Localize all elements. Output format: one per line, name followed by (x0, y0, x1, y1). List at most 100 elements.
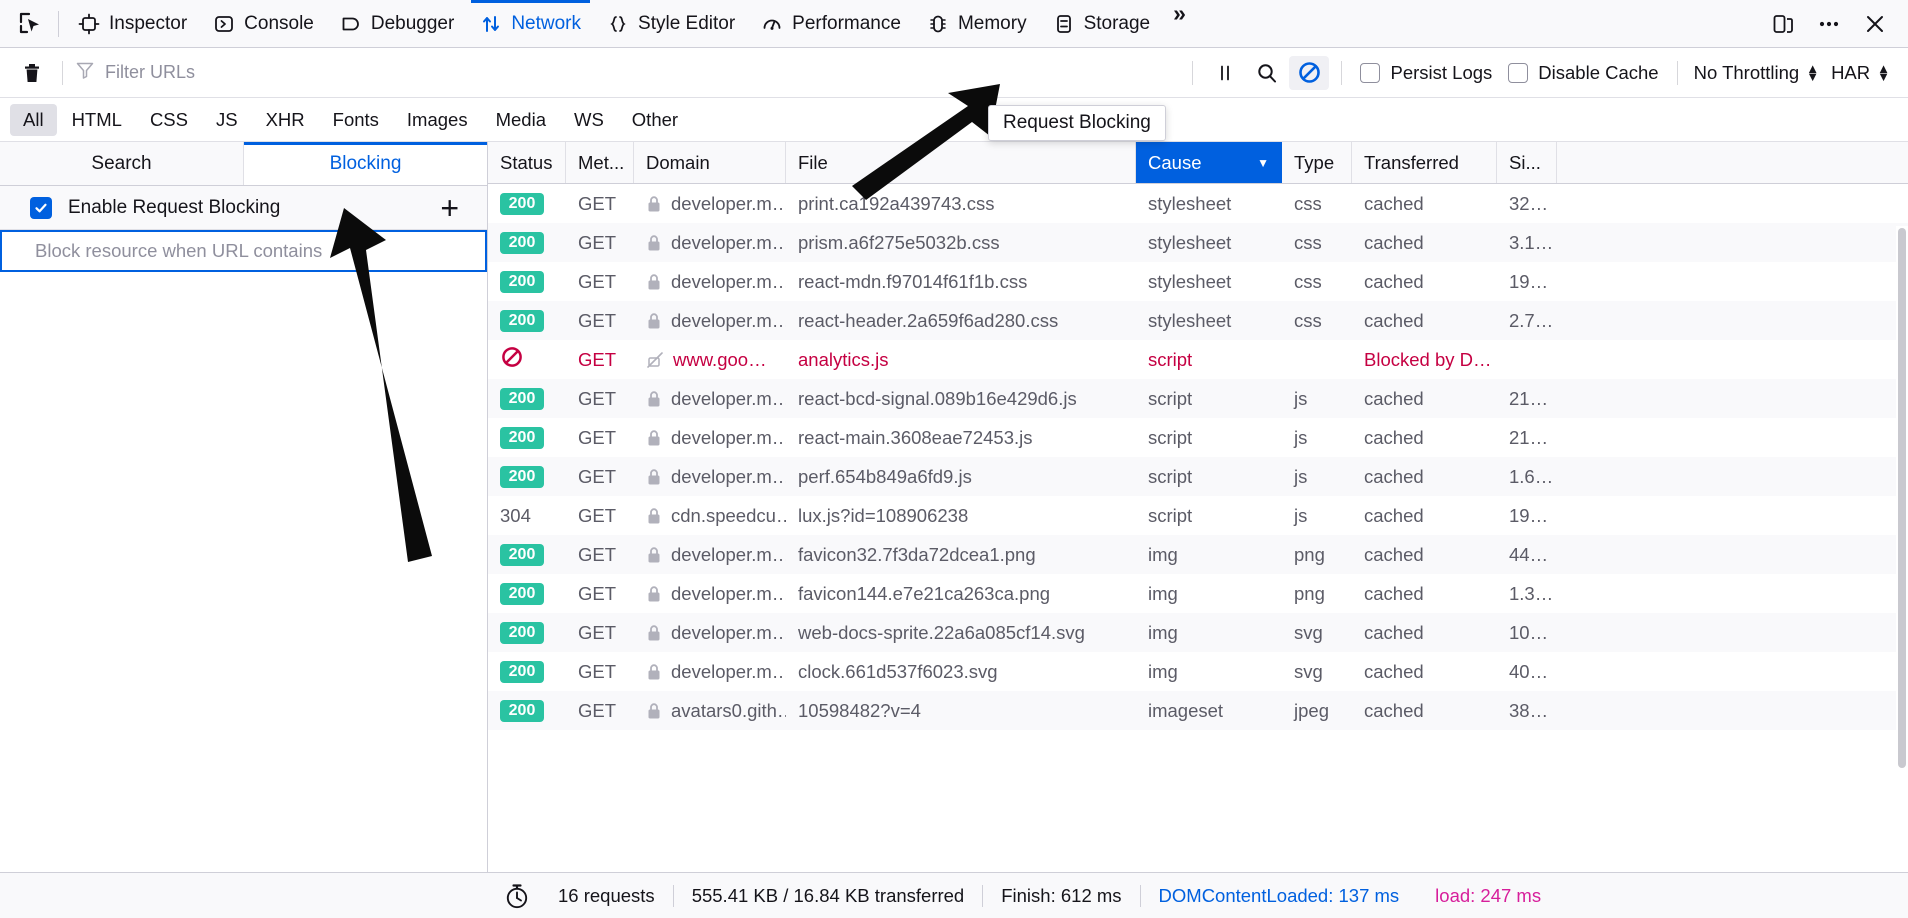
status-domcontentloaded: DOMContentLoaded: 137 ms (1158, 884, 1400, 906)
filter-html[interactable]: HTML (59, 104, 135, 136)
meatball-menu-icon[interactable] (1808, 5, 1850, 43)
request-rows[interactable]: 200 GET developer.m… print.ca192a439743.css… (488, 184, 1908, 872)
cell-file: favicon32.7f3da72dcea1.png (786, 544, 1136, 566)
cell-domain: developer.m… (634, 271, 786, 293)
close-icon[interactable] (1854, 5, 1896, 43)
tab-storage[interactable]: Storage (1040, 0, 1164, 48)
filter-all[interactable]: All (10, 103, 57, 136)
har-menu[interactable]: HAR ▲ ▼ (1825, 62, 1896, 84)
style-editor-icon (607, 13, 629, 35)
cell-type: jpeg (1294, 699, 1329, 721)
search-input[interactable] (105, 62, 1183, 83)
filter-media[interactable]: Media (483, 104, 559, 136)
table-row[interactable]: 200 GET developer.m… react-bcd-signal.089b1… (488, 379, 1908, 418)
cell-cause: script (1148, 426, 1193, 448)
throttling-select[interactable]: No Throttling ▲ ▼ (1688, 62, 1825, 84)
tab-search[interactable]: Search (0, 142, 244, 185)
toolbar-divider (1341, 60, 1343, 85)
cell-transferred: cached (1364, 621, 1424, 643)
lock-icon (646, 195, 662, 213)
cell-domain: developer.m… (634, 427, 786, 449)
element-picker-icon[interactable] (8, 5, 52, 43)
cell-method: GET (578, 231, 617, 253)
cell-size: 10… (1509, 621, 1549, 643)
cell-size: 1.3… (1509, 582, 1554, 604)
tabs-overflow-icon[interactable]: » (1163, 0, 1193, 48)
lock-icon (646, 546, 662, 564)
table-row[interactable]: 200 GET developer.m… react-header.2a659f6ad… (488, 301, 1908, 340)
table-row[interactable]: 200 GET developer.m… react-mdn.f97014f61f1b… (488, 262, 1908, 301)
tab-style-editor[interactable]: Style Editor (594, 0, 748, 48)
column-header-status[interactable]: Status (488, 142, 566, 183)
file-text: clock.661d537f6023.svg (798, 660, 998, 682)
tab-blocking[interactable]: Blocking (244, 142, 487, 185)
cell-method: GET (578, 192, 617, 214)
dock-split-icon[interactable] (1762, 5, 1804, 43)
cell-cause: stylesheet (1148, 270, 1232, 292)
lock-icon (646, 429, 662, 447)
trash-icon[interactable] (12, 56, 52, 90)
tab-performance[interactable]: Performance (748, 0, 914, 48)
persist-logs-checkbox[interactable]: Persist Logs (1352, 62, 1500, 84)
cell-domain: developer.m… (634, 310, 786, 332)
tab-debugger[interactable]: Debugger (327, 0, 467, 48)
column-header-size[interactable]: Si... (1497, 142, 1557, 183)
table-row[interactable]: GET www.goo… analytics.js script Blocked by … (488, 340, 1908, 379)
status-badge: 200 (500, 426, 544, 449)
toolbox-tabbar: Inspector Console Debugger Network Style… (0, 0, 1908, 48)
filter-css[interactable]: CSS (137, 104, 201, 136)
cell-status: 200 (488, 270, 566, 293)
tab-console[interactable]: Console (200, 0, 327, 48)
column-header-cause[interactable]: Cause ▼ (1136, 142, 1282, 183)
request-blocking-tooltip: Request Blocking (988, 105, 1166, 141)
filter-urls-field[interactable] (73, 60, 1183, 85)
add-blocking-rule-button[interactable]: + (440, 192, 459, 224)
column-header-file[interactable]: File (786, 142, 1136, 183)
tab-inspector-label: Inspector (109, 12, 188, 34)
cell-method: GET (578, 582, 617, 604)
table-row[interactable]: 200 GET developer.m… react-main.3608eae7245… (488, 418, 1908, 457)
table-row[interactable]: 200 GET avatars0.gith… 10598482?v=4 imageset… (488, 691, 1908, 730)
vertical-scrollbar[interactable] (1896, 226, 1908, 872)
search-icon[interactable] (1247, 56, 1287, 90)
table-row[interactable]: 200 GET developer.m… clock.661d537f6023.svg… (488, 652, 1908, 691)
filter-js[interactable]: JS (203, 104, 251, 136)
filter-images[interactable]: Images (394, 104, 481, 136)
block-rule-input-row[interactable] (0, 230, 487, 272)
tab-inspector[interactable]: Inspector (65, 0, 200, 48)
cell-method: GET (578, 660, 617, 682)
cell-size: 44… (1509, 543, 1549, 565)
file-text: react-header.2a659f6ad280.css (798, 309, 1059, 331)
filter-other[interactable]: Other (619, 104, 691, 136)
cell-status: 304 (488, 505, 566, 527)
request-blocking-icon[interactable] (1289, 55, 1330, 90)
table-row[interactable]: 200 GET developer.m… print.ca192a439743.css… (488, 184, 1908, 223)
filter-fonts[interactable]: Fonts (320, 104, 392, 136)
column-header-method[interactable]: Met... (566, 142, 634, 183)
tab-memory[interactable]: Memory (914, 0, 1040, 48)
scrollbar-thumb[interactable] (1898, 228, 1906, 768)
enable-request-blocking-row[interactable]: Enable Request Blocking + (0, 186, 487, 230)
filter-ws[interactable]: WS (561, 104, 617, 136)
block-url-input[interactable] (2, 240, 485, 262)
table-row[interactable]: 304 GET cdn.speedcu… lux.js?id=108906238 scr… (488, 496, 1908, 535)
table-row[interactable]: 200 GET developer.m… perf.654b849a6fd9.js sc… (488, 457, 1908, 496)
table-row[interactable]: 200 GET developer.m… web-docs-sprite.22a6a0… (488, 613, 1908, 652)
filter-xhr[interactable]: XHR (253, 104, 318, 136)
cell-domain: developer.m… (634, 388, 786, 410)
tab-network[interactable]: Network (467, 0, 594, 48)
lock-icon (646, 702, 662, 720)
enable-request-blocking-checkbox[interactable] (30, 196, 52, 219)
column-header-domain[interactable]: Domain (634, 142, 786, 183)
column-header-type[interactable]: Type (1282, 142, 1352, 183)
status-badge: 200 (500, 231, 544, 254)
persist-logs-box (1360, 62, 1381, 83)
status-badge: 200 (500, 192, 544, 215)
table-row[interactable]: 200 GET developer.m… favicon32.7f3da72dcea1… (488, 535, 1908, 574)
table-row[interactable]: 200 GET developer.m… prism.a6f275e5032b.css… (488, 223, 1908, 262)
column-header-transferred[interactable]: Transferred (1352, 142, 1497, 183)
table-row[interactable]: 200 GET developer.m… favicon144.e7e21ca263c… (488, 574, 1908, 613)
disable-cache-checkbox[interactable]: Disable Cache (1500, 62, 1666, 84)
cell-status: 200 (488, 621, 566, 644)
pause-icon[interactable] (1205, 56, 1245, 90)
